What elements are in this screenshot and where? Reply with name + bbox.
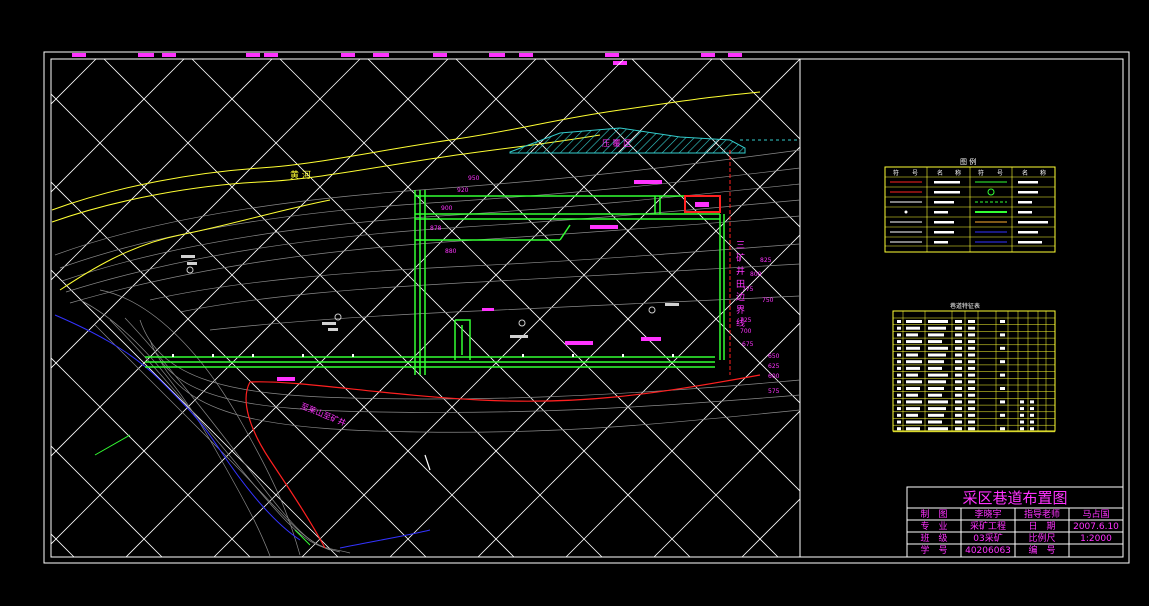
elevation-label: 825: [760, 257, 772, 264]
roadway-table: 巷道特征表: [892, 302, 1056, 433]
roadway-network: [145, 190, 725, 375]
boundary-char: 界: [736, 305, 745, 316]
legend-title: 图 例: [960, 157, 976, 166]
elevation-label: 625: [768, 363, 780, 370]
elevation-label: 900: [441, 205, 453, 212]
contour-lines: [54, 149, 800, 557]
legend: 图 例 符 号 名 称 符 号 名 称: [884, 157, 1056, 253]
title-block-cell: 03采矿: [973, 532, 1002, 544]
boundary-char: 井: [736, 265, 745, 277]
legend-header: 符: [978, 169, 984, 177]
elevation-label: 775: [742, 286, 754, 293]
title-block-cell: 专 业: [920, 520, 947, 532]
title-block: 采区巷道布置图 制 图 李晓宇 指导老师 马占国专 业 采矿工程 日 期 2007.6.10…: [906, 486, 1124, 558]
roadway-table-title: 巷道特征表: [950, 302, 980, 310]
title-block-cell: 李晓宇: [974, 508, 1001, 520]
title-block-cell: 马占国: [1082, 508, 1109, 520]
legend-header: 符: [893, 169, 899, 177]
boundary-char: 三: [736, 241, 745, 251]
title-block-cell: 制 图: [920, 508, 947, 520]
elevation-label: 725: [740, 317, 752, 324]
drawing-title: 采区巷道布置图: [962, 489, 1067, 507]
cad-drawing-canvas: 黄 河 压 覆 区 至莱山至矿井 三矿井田边界线 950 920 900 878 880…: [43, 51, 1130, 564]
legend-header: 称: [1040, 169, 1046, 177]
boundary-char: 边: [736, 292, 745, 303]
boundary-label: 三矿井田边界线: [736, 241, 745, 329]
road-label: 至莱山至矿井: [299, 401, 347, 428]
title-block-cell: 采矿工程: [970, 520, 1006, 532]
title-block-cell: 比例尺: [1028, 532, 1055, 544]
title-block-cell: 40206063: [965, 546, 1011, 556]
elevation-label: 800: [750, 271, 762, 278]
elevation-label: 950: [468, 175, 480, 182]
elevation-label: 650: [768, 353, 780, 360]
legend-header: 号: [997, 170, 1003, 177]
elevation-labels-right: 825 800 775 750 725 700 675 650 625 600 575: [740, 257, 780, 395]
title-block-cell: 指导老师: [1024, 508, 1060, 520]
legend-header: 名: [1022, 169, 1028, 177]
title-block-cell: 日 期: [1028, 521, 1055, 532]
boundary-char: 矿: [736, 252, 745, 264]
title-block-cell: 编 号: [1028, 544, 1055, 556]
elevation-label: 675: [742, 341, 754, 348]
title-block-cell: 学 号: [920, 544, 947, 556]
elevation-label: 700: [740, 328, 752, 335]
elevation-label: 600: [768, 373, 780, 380]
title-block-cell: 1:2000: [1080, 534, 1112, 544]
river-label: 黄 河: [290, 169, 311, 181]
legend-header: 称: [955, 169, 961, 177]
elevation-label: 878: [430, 225, 442, 232]
legend-header: 号: [912, 170, 918, 177]
title-block-cell: 班 级: [920, 532, 947, 544]
blue-lines: [54, 314, 431, 549]
elevation-label: 920: [457, 187, 469, 194]
legend-header: 名: [937, 169, 943, 177]
elevation-label: 750: [762, 297, 774, 304]
hatch-zone-label: 压 覆 区: [602, 139, 631, 148]
title-block-cell: 2007.6.10: [1073, 522, 1119, 532]
elevation-label: 880: [445, 248, 457, 255]
elevation-label: 575: [768, 388, 780, 395]
